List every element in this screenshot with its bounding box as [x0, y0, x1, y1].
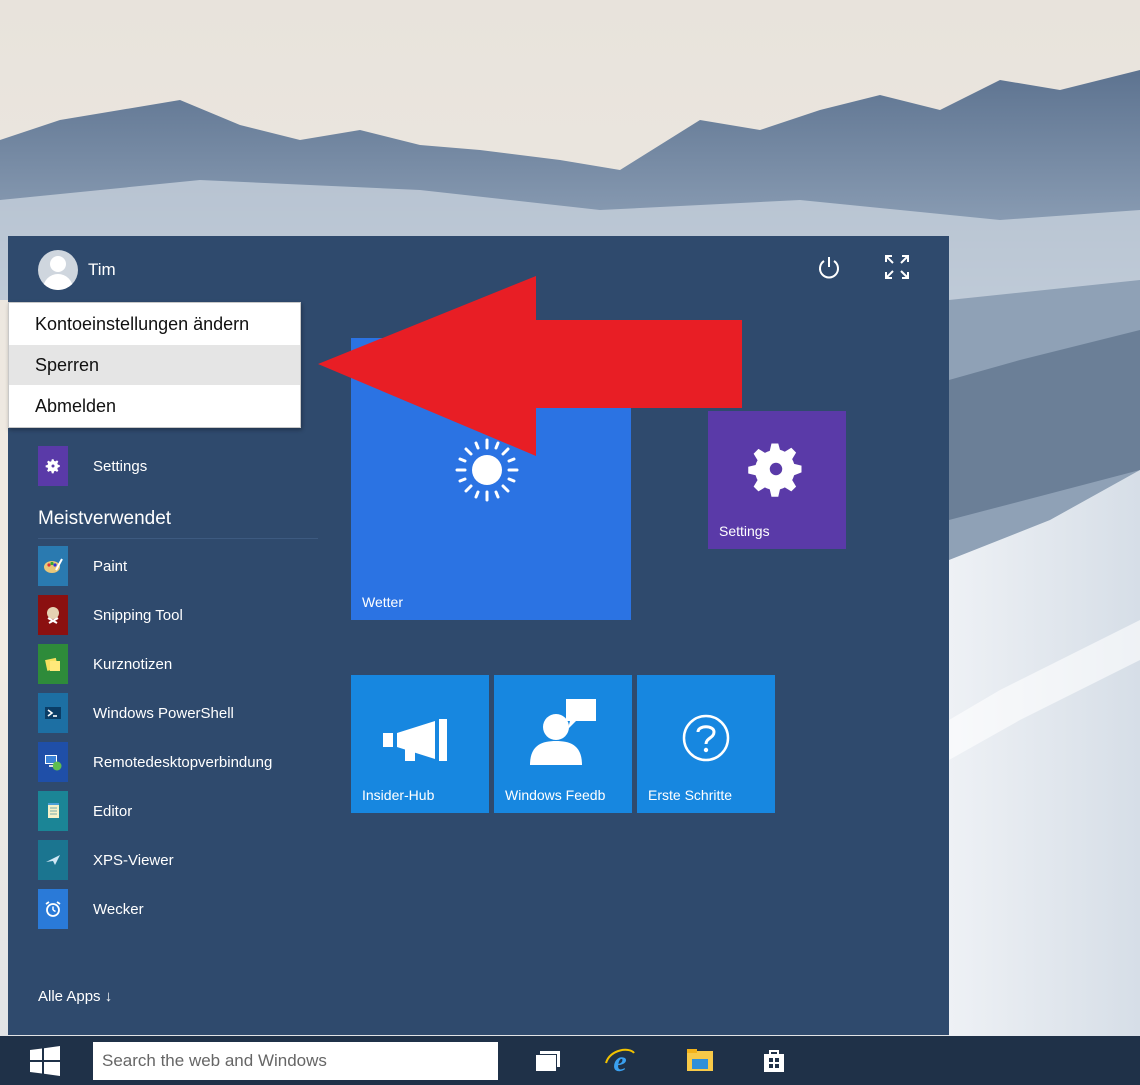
app-label: Paint	[93, 557, 128, 575]
menu-item-account-settings[interactable]: Kontoeinstellungen ändern	[9, 304, 300, 344]
app-item-remote-desktop[interactable]: Remotedesktopverbindung	[38, 742, 272, 782]
question-icon	[682, 714, 730, 762]
search-input[interactable]	[93, 1042, 498, 1080]
expand-icon[interactable]	[882, 252, 912, 282]
feedback-icon	[530, 699, 596, 765]
app-label: Editor	[93, 802, 133, 820]
most-used-heading: Meistverwendet	[38, 508, 172, 529]
power-icon[interactable]	[816, 254, 842, 280]
alarm-clock-icon	[38, 889, 68, 929]
remote-desktop-icon	[38, 742, 68, 782]
windows-start-icon[interactable]	[30, 1046, 60, 1076]
app-item-xps-viewer[interactable]: XPS-Viewer	[38, 840, 174, 880]
app-item-powershell[interactable]: Windows PowerShell	[38, 693, 234, 733]
app-label: XPS-Viewer	[93, 851, 174, 869]
gear-icon	[748, 443, 802, 497]
tile-label: Insider-Hub	[362, 787, 435, 803]
app-label: Kurznotizen	[93, 655, 173, 673]
user-name: Tim	[88, 260, 116, 279]
tile-insider-hub[interactable]: Insider-Hub	[351, 675, 489, 813]
menu-item-lock[interactable]: Sperren	[9, 345, 300, 385]
powershell-icon	[38, 693, 68, 733]
store-icon[interactable]	[758, 1045, 790, 1077]
app-item-alarm[interactable]: Wecker	[38, 889, 144, 929]
app-item-editor[interactable]: Editor	[38, 791, 132, 831]
app-item-paint[interactable]: Paint	[38, 546, 127, 586]
user-context-menu: Kontoeinstellungen ändern Sperren Abmeld…	[8, 302, 301, 428]
app-label: Snipping Tool	[93, 606, 183, 624]
snipping-tool-icon	[38, 595, 68, 635]
tile-windows-feedback[interactable]: Windows Feedb	[494, 675, 632, 813]
notepad-icon	[38, 791, 68, 831]
app-item-sticky-notes[interactable]: Kurznotizen	[38, 644, 172, 684]
app-label: Windows PowerShell	[93, 704, 234, 722]
tile-label: Erste Schritte	[648, 787, 733, 803]
internet-explorer-icon[interactable]: e	[604, 1045, 636, 1077]
tile-label: Settings	[719, 523, 770, 539]
app-label: Settings	[93, 457, 148, 475]
tile-erste-schritte[interactable]: Erste Schritte	[637, 675, 775, 813]
avatar	[38, 250, 78, 290]
menu-item-sign-out[interactable]: Abmelden	[9, 386, 300, 426]
megaphone-icon	[383, 719, 447, 761]
app-item-settings[interactable]: Settings	[38, 446, 147, 486]
divider	[38, 538, 318, 539]
gear-icon	[38, 446, 68, 486]
file-explorer-icon[interactable]	[684, 1045, 716, 1077]
tile-label: Wetter	[362, 594, 403, 610]
tile-settings[interactable]: Settings	[708, 411, 846, 549]
app-label: Wecker	[93, 900, 144, 918]
tile-wetter[interactable]: Wetter	[351, 338, 631, 620]
all-apps-button[interactable]: Alle Apps ↓	[38, 988, 112, 1005]
taskbar: e	[0, 1036, 1140, 1085]
weather-sun-icon	[455, 438, 519, 502]
xps-viewer-icon	[38, 840, 68, 880]
user-account-button[interactable]: Tim	[38, 250, 116, 290]
task-view-icon[interactable]	[532, 1045, 564, 1077]
app-label: Remotedesktopverbindung	[93, 753, 273, 771]
tile-label: Windows Feedb	[505, 787, 606, 803]
app-item-snipping-tool[interactable]: Snipping Tool	[38, 595, 183, 635]
sticky-notes-icon	[38, 644, 68, 684]
paint-icon	[38, 546, 68, 586]
